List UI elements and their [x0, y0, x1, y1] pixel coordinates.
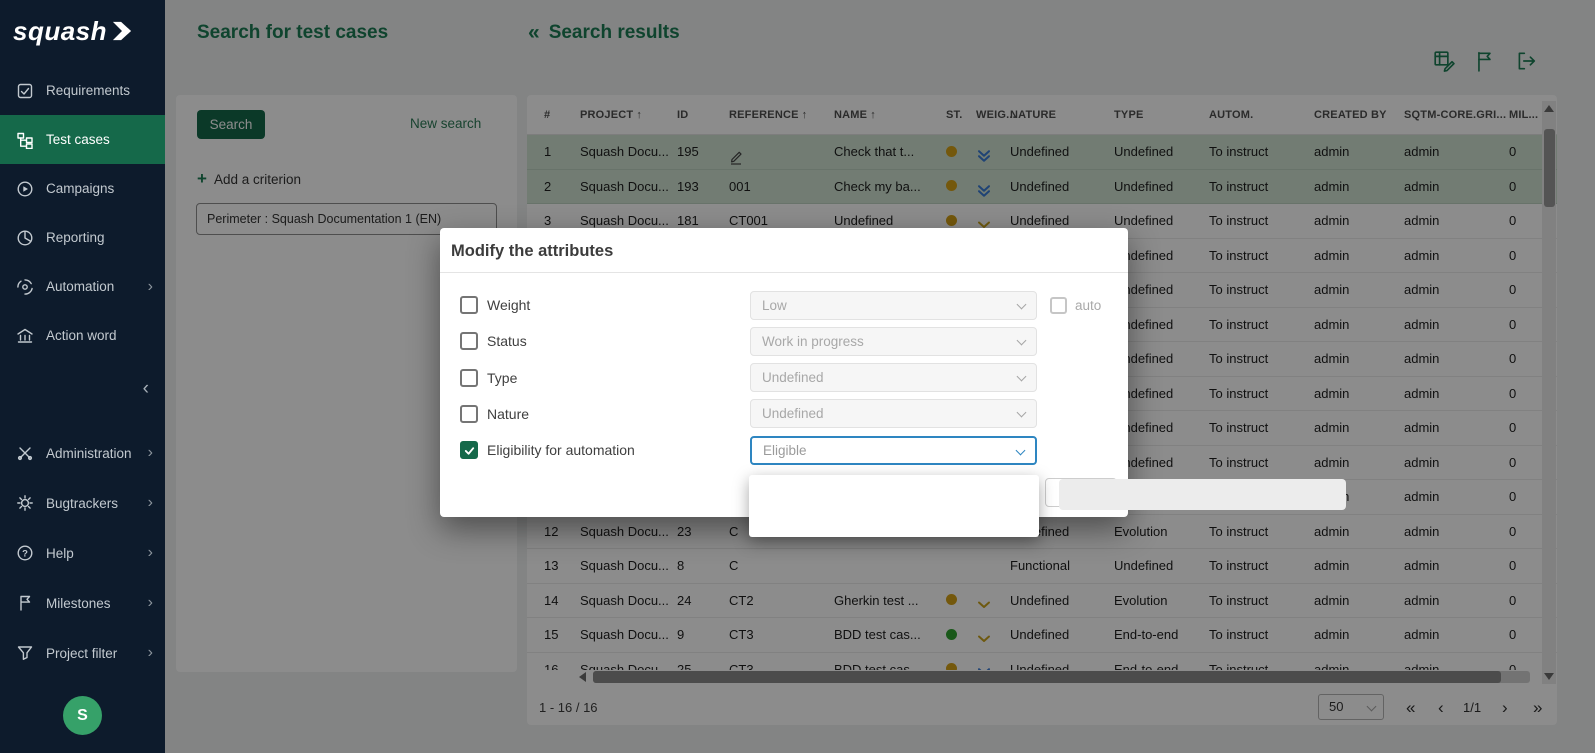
campaigns-icon [16, 180, 34, 198]
nature-select[interactable]: Undefined [750, 399, 1037, 428]
dialog-fields: Weight Low auto Status Work in progress … [440, 287, 1128, 468]
sidebar-menu-bottom: Administration › Bugtrackers › ? Help › … [0, 428, 165, 678]
modal-field-eligibility-for-automation: Eligibility for automation Eligible [440, 432, 1128, 468]
bugtrackers-icon [16, 494, 34, 512]
svg-text:?: ? [22, 548, 28, 559]
logo-arrow-icon [112, 21, 132, 41]
field-label: Nature [487, 406, 529, 422]
sidebar: squash Requirements Test cases Campaigns… [0, 0, 165, 753]
sidebar-item-automation[interactable]: Automation › [0, 262, 165, 311]
dropdown-option-to-instruct[interactable] [749, 475, 1039, 506]
sidebar-menu-top: Requirements Test cases Campaigns Report… [0, 66, 165, 360]
sidebar-item-test-cases[interactable]: Test cases [0, 115, 165, 164]
chevron-left-icon: ‹ [143, 378, 149, 399]
modal-field-weight: Weight Low auto [440, 287, 1128, 323]
nature-checkbox[interactable] [460, 405, 478, 423]
modal-field-type: Type Undefined [440, 360, 1128, 396]
sidebar-item-reporting[interactable]: Reporting [0, 213, 165, 262]
dropdown-option-not-eligible[interactable] [749, 506, 1039, 537]
dialog-title: Modify the attributes [440, 228, 1128, 273]
chevron-right-icon: › [148, 444, 153, 462]
requirements-icon [16, 82, 34, 100]
reporting-icon [16, 229, 34, 247]
eligibility-for-automation-checkbox[interactable] [460, 441, 478, 459]
auto-checkbox[interactable] [1050, 297, 1067, 314]
app-logo[interactable]: squash [0, 0, 165, 62]
field-label: Eligibility for automation [487, 442, 635, 458]
sidebar-item-administration[interactable]: Administration › [0, 428, 165, 478]
milestones-icon [16, 594, 34, 612]
administration-icon [16, 444, 34, 462]
status-checkbox[interactable] [460, 332, 478, 350]
chevron-right-icon: › [148, 594, 153, 612]
sidebar-item-campaigns[interactable]: Campaigns [0, 164, 165, 213]
type-checkbox[interactable] [460, 369, 478, 387]
logo-text: squash [13, 16, 107, 47]
help-icon: ? [16, 544, 34, 562]
chevron-right-icon: › [148, 544, 153, 562]
chevron-right-icon: › [148, 278, 153, 296]
chevron-down-icon [1017, 408, 1027, 418]
chevron-down-icon [1017, 299, 1027, 309]
weight-checkbox[interactable] [460, 296, 478, 314]
field-label: Weight [487, 297, 530, 313]
type-select[interactable]: Undefined [750, 363, 1037, 392]
sidebar-item-bugtrackers[interactable]: Bugtrackers › [0, 478, 165, 528]
chevron-down-icon [1016, 445, 1026, 455]
test-cases-icon [16, 131, 34, 149]
modal-field-nature: Nature Undefined [440, 396, 1128, 432]
sidebar-item-milestones[interactable]: Milestones › [0, 578, 165, 628]
sidebar-item-help[interactable]: ? Help › [0, 528, 165, 578]
status-select[interactable]: Work in progress [750, 327, 1037, 356]
eligibility-for-automation-select[interactable]: Eligible [750, 436, 1037, 465]
sidebar-item-project-filter[interactable]: Project filter › [0, 628, 165, 678]
action-word-icon [16, 327, 34, 345]
field-label: Type [487, 370, 517, 386]
field-label: Status [487, 333, 527, 349]
chevron-down-icon [1017, 335, 1027, 345]
auto-option: auto [1050, 297, 1101, 314]
user-avatar[interactable]: S [63, 696, 102, 735]
sidebar-item-requirements[interactable]: Requirements [0, 66, 165, 115]
eligibility-dropdown-panel [749, 475, 1039, 537]
chevron-right-icon: › [148, 494, 153, 512]
sidebar-collapse-button[interactable]: ‹ [0, 374, 165, 404]
project-filter-icon [16, 644, 34, 662]
auto-label: auto [1075, 298, 1101, 313]
modify-attributes-dialog: Modify the attributes Weight Low auto St… [440, 228, 1128, 517]
chevron-right-icon: › [148, 644, 153, 662]
weight-select[interactable]: Low [750, 291, 1037, 320]
sidebar-item-action-word[interactable]: Action word [0, 311, 165, 360]
modal-field-status: Status Work in progress [440, 323, 1128, 359]
dropdown-option-eligible[interactable] [1059, 479, 1346, 510]
automation-icon [16, 278, 34, 296]
chevron-down-icon [1017, 372, 1027, 382]
